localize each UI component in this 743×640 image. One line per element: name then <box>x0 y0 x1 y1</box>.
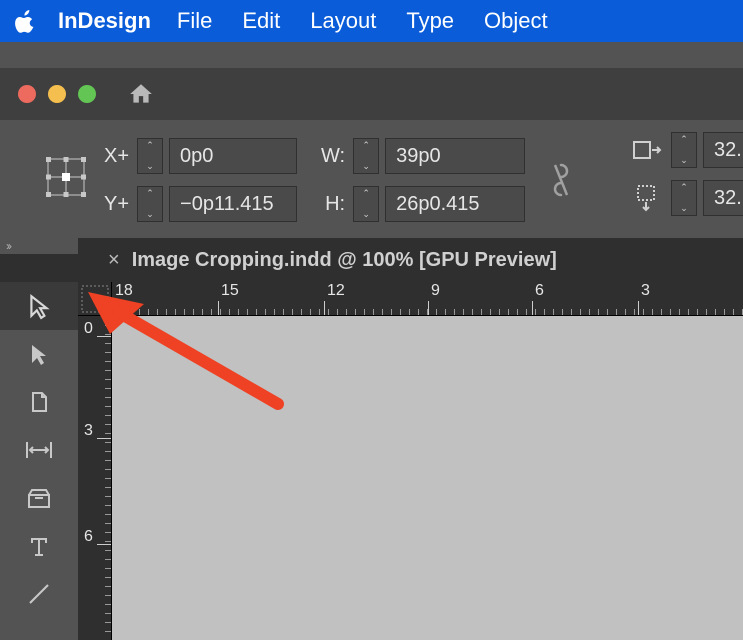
constrain-proportions-icon[interactable] <box>551 161 571 199</box>
ruler-h-label: 12 <box>327 282 345 300</box>
menubar-app-name[interactable]: InDesign <box>58 8 151 34</box>
window-titlebar <box>0 68 743 120</box>
document-tab-title[interactable]: Image Cropping.indd @ 100% [GPU Preview] <box>132 249 557 272</box>
y-field[interactable]: −0p11.415 <box>169 186 297 222</box>
menubar-item-object[interactable]: Object <box>484 8 548 34</box>
scale-x-stepper[interactable]: ⌃⌄ <box>671 132 697 168</box>
ruler-v-label: 6 <box>84 528 93 546</box>
w-stepper[interactable]: ⌃⌄ <box>353 138 379 174</box>
tools-panel: ›› <box>0 282 78 640</box>
line-tool[interactable] <box>0 570 78 618</box>
menubar-item-edit[interactable]: Edit <box>242 8 280 34</box>
document-tab-bar: × Image Cropping.indd @ 100% [GPU Previe… <box>0 238 743 282</box>
scale-x-field[interactable]: 32. <box>703 132 743 168</box>
ruler-h-label: 18 <box>115 282 133 300</box>
ruler-h-label: 3 <box>641 282 650 300</box>
page-tool[interactable] <box>0 378 78 426</box>
menubar-item-file[interactable]: File <box>177 8 212 34</box>
h-stepper[interactable]: ⌃⌄ <box>353 186 379 222</box>
x-field[interactable]: 0p0 <box>169 138 297 174</box>
y-label: Y+ <box>104 193 131 216</box>
tools-panel-collapse[interactable]: ›› <box>0 238 78 254</box>
canvas[interactable] <box>112 316 743 640</box>
ruler-origin[interactable] <box>78 282 112 316</box>
w-label: W: <box>321 145 347 168</box>
window-close-button[interactable] <box>18 85 36 103</box>
close-tab-icon[interactable]: × <box>108 249 120 272</box>
ruler-h-label: 9 <box>431 282 440 300</box>
h-field[interactable]: 26p0.415 <box>385 186 525 222</box>
content-collector-tool[interactable] <box>0 474 78 522</box>
scale-y-icon[interactable] <box>629 180 665 216</box>
window-traffic-lights <box>18 85 96 103</box>
vertical-ruler[interactable]: 0 3 6 <box>78 316 112 640</box>
x-label: X+ <box>104 145 131 168</box>
ruler-v-label: 3 <box>84 422 93 440</box>
h-label: H: <box>321 193 347 216</box>
document-view: 18 15 12 9 6 3 0 3 6 <box>78 282 743 640</box>
y-stepper[interactable]: ⌃⌄ <box>137 186 163 222</box>
x-stepper[interactable]: ⌃⌄ <box>137 138 163 174</box>
ruler-v-label: 0 <box>84 320 93 338</box>
scale-y-field[interactable]: 32. <box>703 180 743 216</box>
selection-tool[interactable] <box>0 282 78 330</box>
scale-x-icon[interactable] <box>629 132 665 168</box>
control-panel: X+ ⌃⌄ 0p0 W: ⌃⌄ 39p0 Y+ ⌃⌄ −0p11.415 H: … <box>0 120 743 238</box>
gap-tool[interactable] <box>0 426 78 474</box>
apple-logo-icon[interactable] <box>14 9 36 33</box>
menubar-item-layout[interactable]: Layout <box>310 8 376 34</box>
type-tool[interactable] <box>0 522 78 570</box>
menubar-item-type[interactable]: Type <box>406 8 454 34</box>
window-minimize-button[interactable] <box>48 85 66 103</box>
direct-selection-tool[interactable] <box>0 330 78 378</box>
reference-point-icon[interactable] <box>44 155 88 205</box>
ruler-h-label: 6 <box>535 282 544 300</box>
window-zoom-button[interactable] <box>78 85 96 103</box>
horizontal-ruler[interactable]: 18 15 12 9 6 3 <box>112 282 743 316</box>
mac-menubar: InDesign File Edit Layout Type Object <box>0 0 743 42</box>
w-field[interactable]: 39p0 <box>385 138 525 174</box>
home-icon[interactable] <box>126 81 156 107</box>
scale-y-stepper[interactable]: ⌃⌄ <box>671 180 697 216</box>
ruler-h-label: 15 <box>221 282 239 300</box>
